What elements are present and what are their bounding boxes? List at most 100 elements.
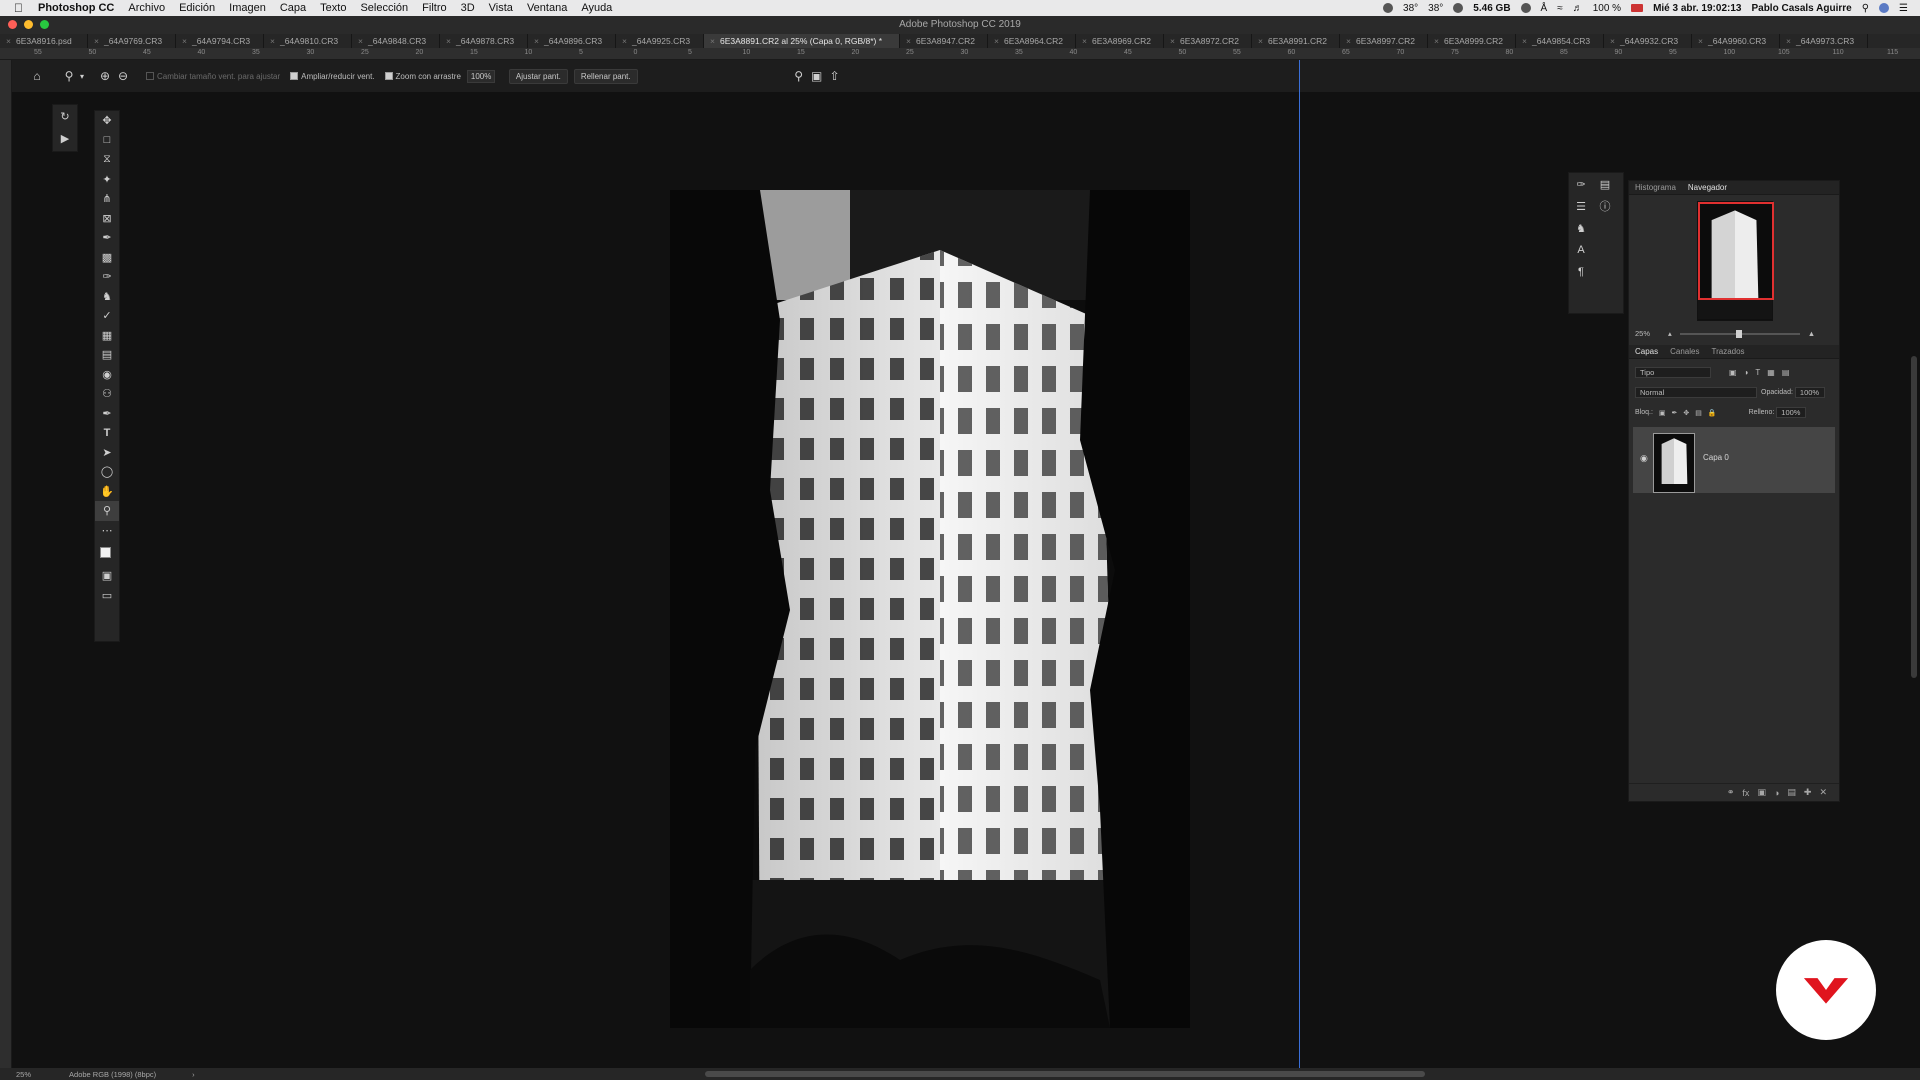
zoom-all-checkbox[interactable] [290, 72, 299, 81]
zoom-value-field[interactable]: 100% [466, 69, 495, 83]
layer-filter-icons[interactable]: ▣◑T▦▤ [1729, 368, 1796, 377]
frame-tool-icon[interactable]: ⊠ [95, 209, 119, 229]
document-tab[interactable]: × _64A9960.CR3 [1692, 34, 1780, 48]
close-tab-icon[interactable]: × [446, 36, 451, 46]
document-tab[interactable]: × _64A9932.CR3 [1604, 34, 1692, 48]
brush-settings-icon[interactable]: ✑ [1569, 173, 1593, 195]
blend-mode-select[interactable]: Normal [1635, 387, 1757, 398]
close-tab-icon[interactable]: × [182, 36, 187, 46]
tab-navegador[interactable]: Navegador [1688, 183, 1727, 192]
document-tab[interactable]: × _64A9769.CR3 [88, 34, 176, 48]
close-tab-icon[interactable]: × [710, 36, 715, 46]
close-tab-icon[interactable]: × [358, 36, 363, 46]
menu-ventana[interactable]: Ventana [527, 2, 567, 14]
navigator-zoom-in-icon[interactable]: ▲ [1808, 329, 1815, 338]
close-tab-icon[interactable]: × [1522, 36, 1527, 46]
zoom-icon[interactable]: ⚲ [60, 67, 78, 85]
search-icon[interactable]: ⚲ [790, 67, 808, 85]
magic-wand-tool-icon[interactable]: ✦ [95, 170, 119, 190]
color-swatches[interactable] [95, 540, 119, 566]
document-tab[interactable]: × _64A9854.CR3 [1516, 34, 1604, 48]
resize-window-option[interactable]: Cambiar tamaño vent. para ajustar [146, 72, 280, 81]
menu-archivo[interactable]: Archivo [128, 2, 165, 14]
layer-row[interactable]: ◉ Capa 0 [1633, 427, 1835, 493]
history-brush-tool-icon[interactable]: ✓ [95, 306, 119, 326]
home-icon[interactable]: ⌂ [28, 67, 46, 85]
brush-tool-icon[interactable]: ✑ [95, 267, 119, 287]
opacity-field[interactable]: 100% [1794, 387, 1825, 398]
clone-source-icon[interactable]: ♞ [1569, 217, 1593, 239]
apple-icon[interactable]:  [14, 2, 28, 14]
temp-1[interactable]: 38° [1403, 3, 1418, 14]
zoom-in-icon[interactable]: ⊕ [96, 67, 114, 85]
navigator-zoom-slider[interactable] [1679, 329, 1800, 338]
spotlight-icon[interactable]: ⚲ [1862, 3, 1869, 14]
document-tab[interactable]: × _64A9848.CR3 [352, 34, 440, 48]
adjustment-layer-icon[interactable]: ◑ [1774, 788, 1779, 798]
fill-field[interactable]: 100% [1776, 407, 1807, 418]
eraser-tool-icon[interactable]: ▦ [95, 326, 119, 346]
vertical-ruler[interactable] [0, 60, 12, 1073]
scrubby-zoom-option[interactable]: Zoom con arrastre [384, 72, 461, 81]
properties-icon[interactable]: ▤ [1593, 173, 1617, 195]
quick-mask-icon[interactable]: ▣ [95, 566, 119, 586]
layer-thumbnail[interactable] [1653, 433, 1695, 493]
tab-canales[interactable]: Canales [1670, 347, 1699, 356]
clock[interactable]: Mié 3 abr. 19:02:13 [1653, 3, 1741, 14]
tab-histograma[interactable]: Histograma [1635, 183, 1676, 192]
close-tab-icon[interactable]: × [622, 36, 627, 46]
close-tab-icon[interactable]: × [994, 36, 999, 46]
close-tab-icon[interactable]: × [94, 36, 99, 46]
info-icon[interactable]: ⓘ [1593, 195, 1617, 217]
document-tab[interactable]: × 6E3A8972.CR2 [1164, 34, 1252, 48]
eyedropper-tool-icon[interactable]: ✒ [95, 228, 119, 248]
document-tab[interactable]: × _64A9973.CR3 [1780, 34, 1868, 48]
menu-seleccion[interactable]: Selección [360, 2, 408, 14]
document-tab[interactable]: × _64A9896.CR3 [528, 34, 616, 48]
horizontal-ruler[interactable]: 55 50 45 40 35 30 25 20 15 10 5 0 5 10 15 20 25 30 35 40 45 5… [0, 48, 1920, 60]
close-tab-icon[interactable]: × [270, 36, 275, 46]
document-tab[interactable]: × 6E3A8891.CR2 al 25% (Capa 0, RGB/8*) * [704, 34, 900, 48]
crop-tool-icon[interactable]: ⋔ [95, 189, 119, 209]
arrange-icon[interactable]: ▣ [808, 67, 826, 85]
play-action-icon[interactable]: ▶ [53, 127, 77, 149]
notification-center-icon[interactable]: ☰ [1899, 3, 1908, 14]
share-icon[interactable]: ⇧ [826, 67, 844, 85]
vertical-scrollbar[interactable] [1911, 356, 1917, 678]
adjustments-icon[interactable]: ☰ [1569, 195, 1593, 217]
zoom-tool-icon[interactable]: ⚲ [95, 501, 119, 521]
close-tab-icon[interactable]: × [1170, 36, 1175, 46]
paragraph-icon[interactable]: ¶ [1569, 261, 1593, 283]
document-tab[interactable]: × _64A9810.CR3 [264, 34, 352, 48]
document-tab[interactable]: × _64A9925.CR3 [616, 34, 704, 48]
lock-icons[interactable]: ▣✒✥▤🔒 [1659, 409, 1723, 417]
memory-readout[interactable]: 5.46 GB [1473, 3, 1510, 14]
menu-texto[interactable]: Texto [320, 2, 346, 14]
fit-screen-button[interactable]: Ajustar pant. [508, 68, 568, 84]
history-icon[interactable]: ↻ [53, 105, 77, 127]
document-tab[interactable]: × 6E3A8947.CR2 [900, 34, 988, 48]
navigator-zoom-readout[interactable]: 25% [1635, 329, 1650, 338]
link-layers-icon[interactable]: ⚭ [1727, 787, 1735, 798]
zoom-all-option[interactable]: Ampliar/reducir vent. [290, 72, 375, 81]
navigator-zoom-thumb[interactable] [1735, 329, 1742, 338]
layer-name[interactable]: Capa 0 [1703, 453, 1729, 462]
document-tab[interactable]: × 6E3A8997.CR2 [1340, 34, 1428, 48]
status-zoom[interactable]: 25% [16, 1070, 31, 1079]
dodge-tool-icon[interactable]: ⚇ [95, 384, 119, 404]
tab-capas[interactable]: Capas [1635, 347, 1658, 356]
document-tab[interactable]: × _64A9794.CR3 [176, 34, 264, 48]
path-selection-tool-icon[interactable]: ➤ [95, 443, 119, 463]
battery-readout[interactable]: 100 % [1593, 3, 1621, 14]
eye-icon[interactable]: ◉ [1640, 453, 1648, 464]
close-tab-icon[interactable]: × [1786, 36, 1791, 46]
document-tab[interactable]: × 6E3A8964.CR2 [988, 34, 1076, 48]
menu-edicion[interactable]: Edición [179, 2, 215, 14]
close-tab-icon[interactable]: × [1610, 36, 1615, 46]
navigator-thumbnail[interactable] [1697, 201, 1774, 321]
menu-capa[interactable]: Capa [280, 2, 306, 14]
menu-vista[interactable]: Vista [489, 2, 513, 14]
close-tab-icon[interactable]: × [1346, 36, 1351, 46]
lasso-tool-icon[interactable]: ⧖ [95, 150, 119, 170]
hand-tool-icon[interactable]: ✋ [95, 482, 119, 502]
